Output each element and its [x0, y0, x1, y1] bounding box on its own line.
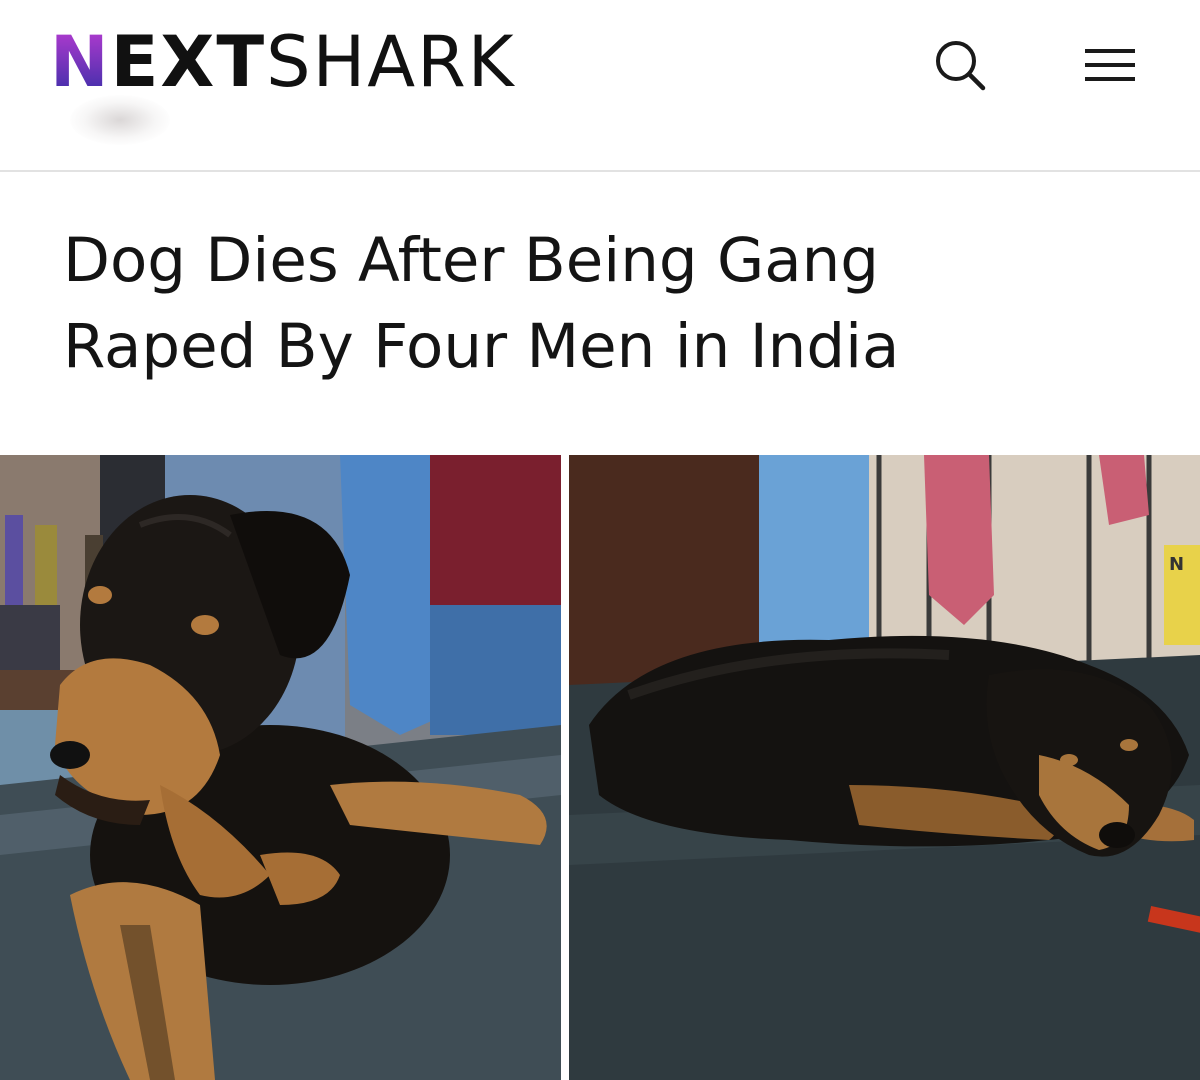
headline-line-2: Raped By Four Men in India	[63, 311, 900, 382]
page: N EXT SHARK Dog Dies After Being Gang Rape…	[0, 0, 1200, 1080]
headline-line-1: Dog Dies After Being Gang	[63, 225, 880, 296]
dog-sitting-photo[interactable]	[0, 455, 561, 1080]
logo-bold-part: EXT	[110, 21, 267, 103]
site-logo[interactable]: N EXT SHARK	[50, 22, 516, 102]
sign-letter: N	[1169, 554, 1184, 575]
article-photo-strip: N	[0, 455, 1200, 1080]
search-button[interactable]	[925, 30, 995, 100]
search-icon	[936, 41, 986, 91]
header-divider	[0, 170, 1200, 172]
logo-light-part: SHARK	[266, 21, 516, 103]
menu-button[interactable]	[1075, 30, 1145, 100]
site-header: N EXT SHARK	[0, 0, 1200, 170]
hamburger-menu-icon	[1085, 49, 1135, 81]
logo-letter-n: N	[50, 21, 111, 103]
article-headline[interactable]: Dog Dies After Being Gang Raped By Four …	[63, 218, 1123, 390]
dog-lying-image: N	[569, 455, 1200, 1080]
dog-sitting-image	[0, 455, 561, 1080]
dog-lying-photo[interactable]: N	[569, 455, 1200, 1080]
